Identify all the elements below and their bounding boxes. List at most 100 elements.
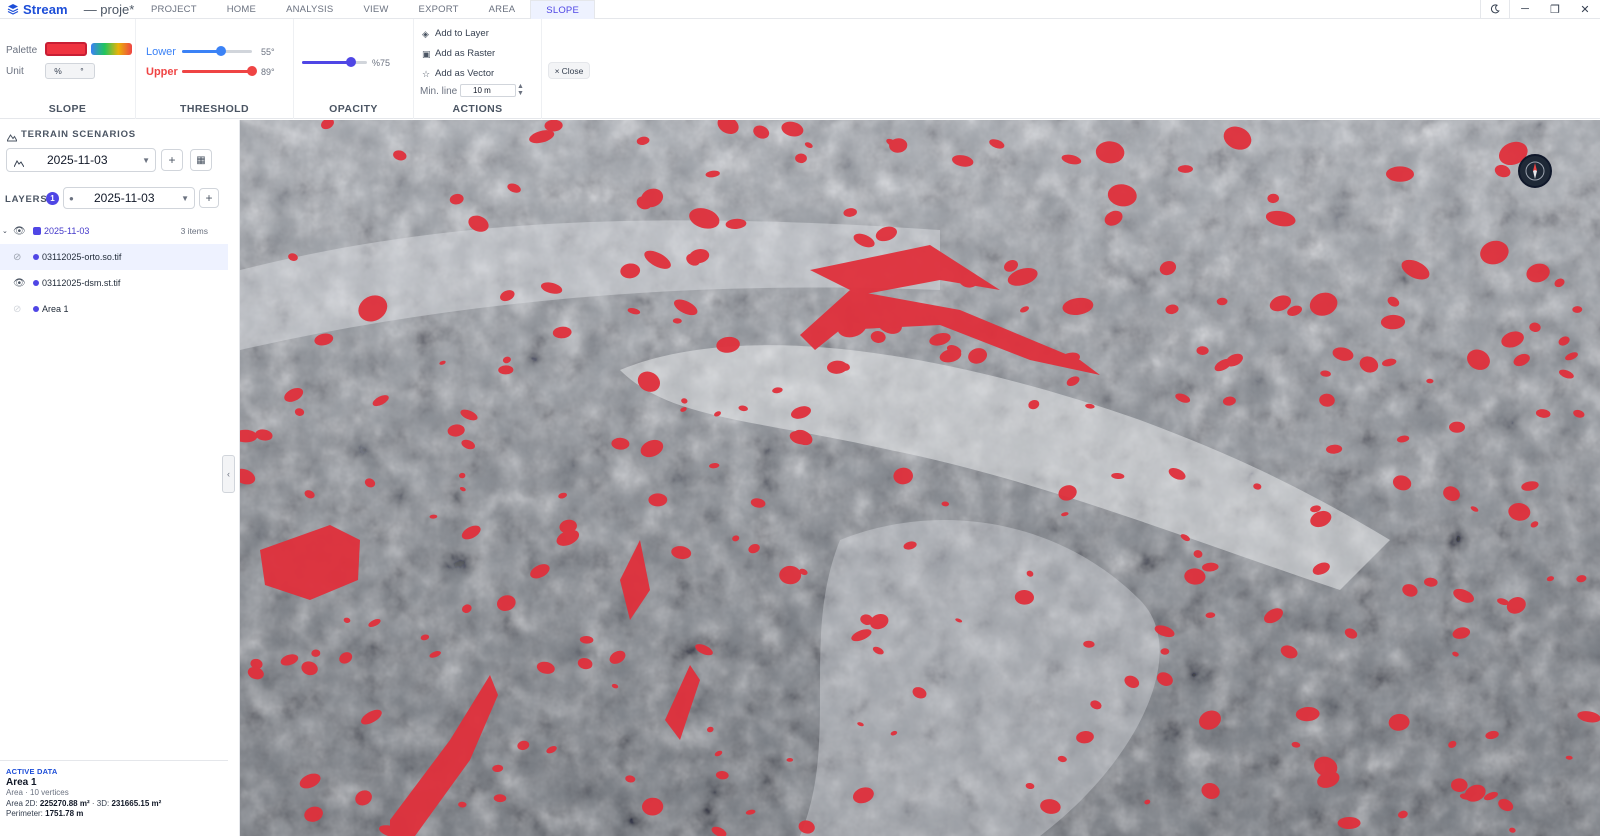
close-slope-button[interactable]: × Close bbox=[548, 62, 590, 79]
active-data-perimeter: Perimeter: 1751.78 m bbox=[6, 809, 84, 818]
add-as-vector-button[interactable]: ☆ Add as Vector bbox=[422, 68, 494, 79]
opacity-slider-handle[interactable] bbox=[345, 57, 356, 67]
menu-bar: PROJECT HOME ANALYSIS VIEW EXPORT AREA S… bbox=[136, 0, 595, 19]
vector-icon: ☆ bbox=[422, 68, 431, 79]
upper-label: Upper bbox=[146, 66, 178, 78]
threshold-group-label: THRESHOLD bbox=[180, 103, 249, 115]
layer-row-dsm[interactable]: 👁 03112025-dsm.st.tif bbox=[0, 270, 228, 296]
close-icon: × bbox=[554, 65, 560, 76]
unit-degree-option[interactable]: ° bbox=[70, 64, 94, 78]
upper-value: 89° bbox=[261, 67, 275, 77]
threshold-group: Lower 55° Upper 89° THRESHOLD bbox=[136, 19, 294, 119]
chevron-left-icon: ‹ bbox=[227, 469, 230, 479]
grid-icon: ▦ bbox=[196, 154, 206, 166]
project-name: — proje* bbox=[83, 1, 135, 17]
lower-label: Lower bbox=[146, 46, 176, 58]
tab-analysis[interactable]: ANALYSIS bbox=[271, 0, 348, 19]
window-controls: ─ ❐ ✕ bbox=[1480, 0, 1600, 18]
tab-slope[interactable]: SLOPE bbox=[530, 0, 595, 19]
eye-icon[interactable]: 👁 bbox=[13, 278, 26, 289]
actions-group: ◈ Add to Layer ▣ Add as Raster ☆ Add as … bbox=[414, 19, 542, 119]
terrain-scenarios-title: TERRAIN SCENARIOS bbox=[21, 129, 136, 140]
opacity-group-label: OPACITY bbox=[329, 103, 378, 115]
layer-name: Area 1 bbox=[42, 304, 69, 314]
scenario-grid-button[interactable]: ▦ bbox=[190, 149, 212, 171]
terrain-icon bbox=[6, 129, 18, 147]
active-data-area: Area 2D: 225270.88 m² · 3D: 231665.15 m² bbox=[6, 798, 162, 808]
opacity-slider-track[interactable] bbox=[302, 61, 367, 64]
unit-label: Unit bbox=[6, 66, 24, 77]
ribbon: Palette Unit % ° SLOPE Lower 55° Upper 8… bbox=[0, 19, 1600, 119]
palette-gradient-swatch[interactable] bbox=[91, 43, 132, 55]
slope-patch bbox=[1449, 421, 1465, 433]
compass-icon[interactable] bbox=[1518, 154, 1552, 188]
mountain-icon bbox=[13, 156, 25, 170]
chevron-down-icon: ▼ bbox=[142, 155, 150, 165]
tab-view[interactable]: VIEW bbox=[348, 0, 403, 19]
min-line-spinner[interactable]: ▲ ▼ bbox=[517, 83, 524, 97]
group-square-icon bbox=[33, 227, 41, 235]
slope-patch bbox=[1337, 816, 1361, 830]
tab-home[interactable]: HOME bbox=[212, 0, 271, 19]
minimize-button[interactable]: ─ bbox=[1510, 0, 1540, 18]
layer-name: 03112025-orto.so.tif bbox=[42, 252, 122, 262]
add-as-raster-button[interactable]: ▣ Add as Raster bbox=[422, 48, 495, 59]
title-bar: Stream — proje* PROJECT HOME ANALYSIS VI… bbox=[0, 0, 1600, 19]
add-scenario-button[interactable]: + bbox=[161, 149, 183, 171]
maximize-button[interactable]: ❐ bbox=[1540, 0, 1570, 18]
layer-group-count: 3 items bbox=[180, 226, 208, 236]
collapse-panel-handle[interactable]: ‹ bbox=[222, 455, 235, 493]
app-name: Stream bbox=[23, 1, 68, 17]
disk-icon: ● bbox=[69, 194, 74, 203]
layer-group-row[interactable]: ⌄ 👁 2025-11-03 3 items bbox=[0, 218, 228, 244]
layer-row-area[interactable]: ⊘ Area 1 bbox=[0, 296, 228, 322]
slope-group: Palette Unit % ° SLOPE bbox=[0, 19, 136, 119]
slope-group-label: SLOPE bbox=[48, 103, 87, 115]
tab-area[interactable]: AREA bbox=[474, 0, 531, 19]
plus-icon: + bbox=[205, 191, 213, 205]
layer-dot-icon bbox=[33, 280, 39, 286]
image-icon: ▣ bbox=[422, 48, 431, 59]
add-layer-button[interactable]: + bbox=[199, 188, 219, 208]
unit-percent-option[interactable]: % bbox=[46, 64, 70, 78]
upper-slider-track[interactable] bbox=[182, 70, 252, 73]
layers-date-value: 2025-11-03 bbox=[94, 191, 155, 205]
close-window-button[interactable]: ✕ bbox=[1570, 0, 1600, 18]
min-line-input[interactable]: 10 m bbox=[460, 84, 516, 97]
layer-row-orto[interactable]: ⊘ 03112025-orto.so.tif bbox=[0, 244, 228, 270]
min-line-label: Min. line bbox=[420, 86, 458, 97]
actions-group-label: ACTIONS bbox=[452, 103, 503, 115]
tab-export[interactable]: EXPORT bbox=[404, 0, 474, 19]
layer-dot-icon bbox=[33, 254, 39, 260]
eye-icon[interactable]: 👁 bbox=[13, 226, 26, 237]
chevron-down-icon: ▼ bbox=[181, 193, 189, 203]
theme-toggle-button[interactable] bbox=[1480, 0, 1510, 18]
plus-icon: + bbox=[168, 153, 176, 167]
scenario-value: 2025-11-03 bbox=[47, 153, 108, 167]
add-to-layer-button[interactable]: ◈ Add to Layer bbox=[422, 28, 489, 39]
scenario-select[interactable]: 2025-11-03 ▼ bbox=[6, 148, 156, 172]
eye-off-icon[interactable]: ⊘ bbox=[13, 304, 21, 315]
slope-patch bbox=[795, 153, 807, 164]
layers-icon: ◈ bbox=[422, 28, 429, 39]
opacity-value: %75 bbox=[372, 58, 391, 68]
brand: Stream — proje* bbox=[0, 0, 136, 18]
palette-red-swatch[interactable] bbox=[45, 42, 87, 56]
opacity-group: %75 OPACITY bbox=[294, 19, 414, 119]
active-data-subtitle: Area · 10 vertices bbox=[6, 788, 69, 797]
active-data-name: Area 1 bbox=[6, 776, 37, 788]
layer-name: 03112025-dsm.st.tif bbox=[42, 278, 121, 288]
lower-slider-handle[interactable] bbox=[215, 46, 226, 56]
left-panel: TERRAIN SCENARIOS 2025-11-03 ▼ + ▦ LAYER… bbox=[0, 120, 240, 836]
stream-logo-icon bbox=[7, 3, 19, 15]
tab-project[interactable]: PROJECT bbox=[136, 0, 212, 19]
terrain-3d-viewport[interactable] bbox=[240, 120, 1600, 836]
active-data-title: ACTIVE DATA bbox=[6, 767, 58, 776]
terrain-render bbox=[240, 120, 1600, 836]
layer-group-name: 2025-11-03 bbox=[44, 226, 90, 236]
upper-slider-handle[interactable] bbox=[247, 66, 257, 76]
layer-dot-icon bbox=[33, 306, 39, 312]
layers-date-select[interactable]: ● 2025-11-03 ▼ bbox=[63, 187, 195, 209]
eye-off-icon[interactable]: ⊘ bbox=[13, 252, 21, 263]
expand-chevron-icon: ⌄ bbox=[2, 228, 8, 235]
